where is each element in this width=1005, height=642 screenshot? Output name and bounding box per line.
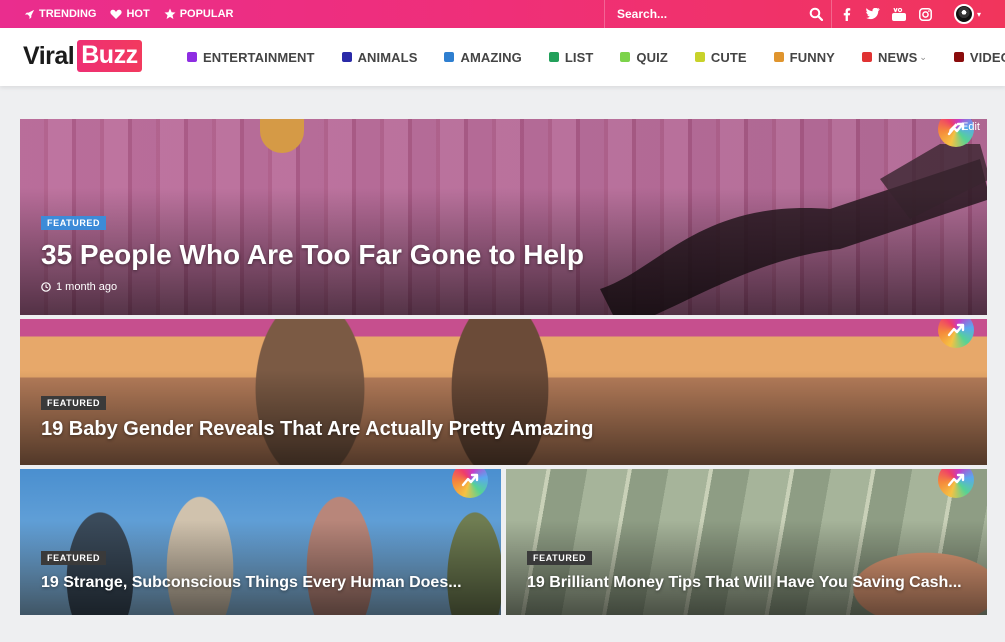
post-date: 1 month ago xyxy=(41,281,117,293)
nav-item-amazing[interactable]: AMAZING xyxy=(444,49,522,65)
card-title[interactable]: 35 People Who Are Too Far Gone to Help xyxy=(41,239,584,271)
trending-label: TRENDING xyxy=(39,8,97,20)
post-date-text: 1 month ago xyxy=(56,281,118,293)
featured-card-4[interactable]: FEATURED 19 Brilliant Money Tips That Wi… xyxy=(506,469,987,615)
category-dot xyxy=(620,52,631,62)
popular-label: POPULAR xyxy=(179,8,234,20)
nav-label: AMAZING xyxy=(460,49,522,65)
category-dot xyxy=(861,52,872,62)
popular-link[interactable]: POPULAR xyxy=(164,8,234,20)
nav-label: ANIMALS xyxy=(357,49,418,65)
nav-item-quiz[interactable]: QUIZ xyxy=(620,49,668,65)
card-title[interactable]: 19 Strange, Subconscious Things Every Hu… xyxy=(41,574,462,592)
pencil-icon xyxy=(949,122,958,132)
search-input[interactable] xyxy=(617,5,797,23)
site-logo[interactable]: Viral Buzz xyxy=(23,40,142,72)
nav-item-video[interactable]: VIDEO⌄ xyxy=(953,49,1005,65)
search-box xyxy=(604,0,832,28)
nav-item-news[interactable]: NEWS ⌄ xyxy=(861,49,927,65)
category-dot xyxy=(953,52,964,62)
instagram-icon[interactable] xyxy=(918,7,932,21)
card-title[interactable]: 19 Brilliant Money Tips That Will Have Y… xyxy=(527,574,962,592)
twitter-icon[interactable] xyxy=(866,7,880,21)
trending-arrow-icon xyxy=(947,473,965,487)
main-nav: ENTERTAINMENT ANIMALS AMAZING LIST QUIZ … xyxy=(187,28,1005,86)
hot-link[interactable]: HOT xyxy=(110,8,150,20)
hot-label: HOT xyxy=(126,8,150,20)
category-dot xyxy=(341,52,352,62)
clock-icon xyxy=(41,282,51,292)
nav-label: QUIZ xyxy=(636,49,668,65)
nav-label: VIDEO xyxy=(969,49,1005,65)
facebook-icon[interactable] xyxy=(840,7,854,21)
category-dot xyxy=(444,52,455,62)
card-shade xyxy=(20,319,987,465)
featured-card-3[interactable]: FEATURED 19 Strange, Subconscious Things… xyxy=(20,469,501,615)
nav-item-funny[interactable]: FUNNY xyxy=(773,49,835,65)
nav-label: LIST xyxy=(564,49,594,65)
card-title[interactable]: 19 Baby Gender Reveals That Are Actually… xyxy=(41,418,593,441)
social-links xyxy=(840,0,932,28)
edit-link[interactable]: Edit xyxy=(948,121,980,133)
card-shade xyxy=(20,119,987,315)
top-bar: TRENDING HOT POPULAR ▾ xyxy=(0,0,1005,28)
category-dot xyxy=(773,52,784,62)
search-icon[interactable] xyxy=(809,7,823,21)
logo-part-1: Viral xyxy=(23,41,75,70)
logo-part-2: Buzz xyxy=(77,40,142,72)
nav-label: CUTE xyxy=(710,49,747,65)
top-links: TRENDING HOT POPULAR xyxy=(24,0,233,28)
card-shade xyxy=(20,469,501,615)
heart-icon xyxy=(110,9,123,19)
trending-link[interactable]: TRENDING xyxy=(24,8,96,20)
featured-badge[interactable]: FEATURED xyxy=(41,551,107,565)
edit-label: Edit xyxy=(961,121,980,133)
nav-item-list[interactable]: LIST xyxy=(548,49,594,65)
trending-arrow-icon xyxy=(947,323,965,337)
featured-badge[interactable]: FEATURED xyxy=(41,396,107,410)
chevron-down-icon[interactable]: ▾ xyxy=(977,10,981,19)
main-header: Viral Buzz ENTERTAINMENT ANIMALS AMAZING… xyxy=(0,28,1005,86)
star-icon xyxy=(164,8,176,19)
featured-card-1[interactable]: FEATURED 35 People Who Are Too Far Gone … xyxy=(20,119,987,315)
youtube-icon[interactable] xyxy=(892,7,906,21)
featured-card-2[interactable]: FEATURED 19 Baby Gender Reveals That Are… xyxy=(20,319,987,465)
category-dot xyxy=(187,52,197,62)
category-dot xyxy=(694,52,705,62)
featured-badge[interactable]: FEATURED xyxy=(41,216,107,230)
user-avatar[interactable] xyxy=(954,4,974,24)
nav-item-cute[interactable]: CUTE xyxy=(694,49,747,65)
nav-label: NEWS xyxy=(877,49,918,65)
category-dot xyxy=(548,52,559,62)
chevron-down-icon: ⌄ xyxy=(919,51,927,62)
featured-badge[interactable]: FEATURED xyxy=(527,551,593,565)
nav-item-animals[interactable]: ANIMALS xyxy=(341,49,418,65)
rocket-icon xyxy=(24,9,35,19)
nav-label: FUNNY xyxy=(789,49,835,65)
nav-label: ENTERTAINMENT xyxy=(203,49,315,65)
card-shade xyxy=(506,469,987,615)
nav-item-entertainment[interactable]: ENTERTAINMENT xyxy=(187,50,315,65)
trending-arrow-icon xyxy=(461,473,479,487)
